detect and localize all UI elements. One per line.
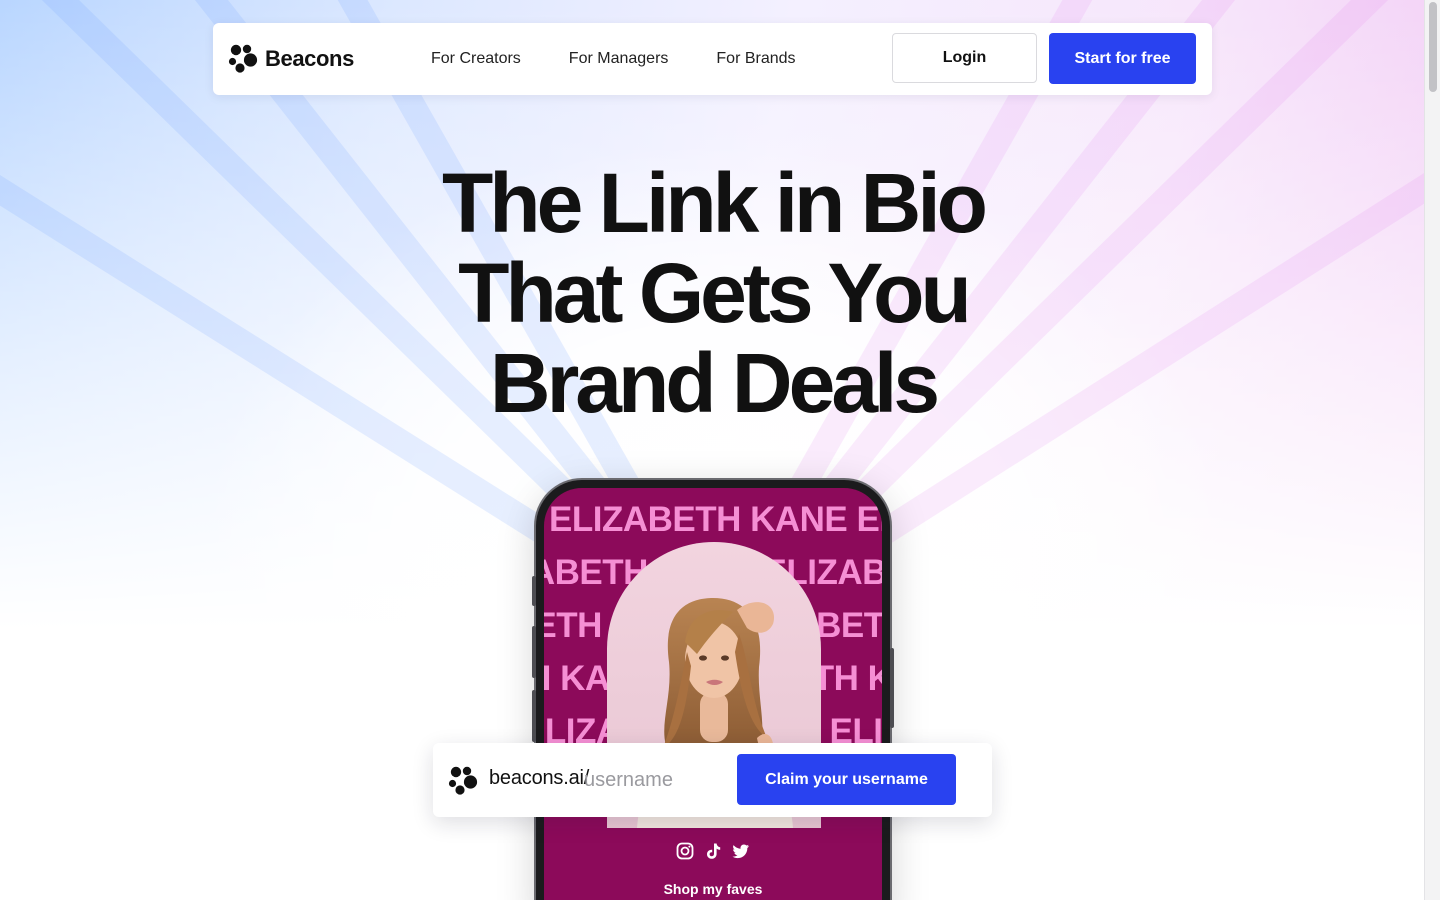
nav-link-for-managers[interactable]: For Managers xyxy=(569,50,669,68)
phone-volume-down xyxy=(532,690,536,742)
nav-link-for-brands[interactable]: For Brands xyxy=(716,50,795,68)
social-icons-row xyxy=(544,842,882,860)
nav-link-for-creators[interactable]: For Creators xyxy=(431,50,521,68)
phone-volume-up xyxy=(532,626,536,678)
hero-title-line-2: That Gets You xyxy=(458,246,972,340)
phone-side-button xyxy=(532,576,536,606)
shop-my-faves-label[interactable]: Shop my faves xyxy=(544,881,882,897)
beacons-dots-logo-icon xyxy=(228,44,258,73)
phone-power-button xyxy=(890,648,894,728)
twitter-icon[interactable] xyxy=(732,842,750,860)
claim-username-bar: beacons.ai/ Claim your username xyxy=(433,743,992,817)
login-button[interactable]: Login xyxy=(892,33,1037,83)
hero-title: The Link in Bio That Gets You Brand Deal… xyxy=(320,158,1106,428)
hero-title-line-3: Brand Deals xyxy=(489,336,940,430)
page-scrollbar[interactable] xyxy=(1424,0,1440,900)
phone-screen: ELIZABETH KANE ELIZABETH KANE ELIZABETH … xyxy=(544,488,882,900)
tiktok-icon[interactable] xyxy=(704,842,722,860)
beacons-logo[interactable]: Beacons xyxy=(228,43,354,74)
url-prefix: beacons.ai/ xyxy=(489,767,590,789)
name-banner-row: ELIZABETH KANE ELIZABETH KANE ELIZABETH … xyxy=(549,500,882,539)
brand-name: Beacons xyxy=(265,45,354,71)
beacons-dots-logo-icon xyxy=(448,766,478,795)
hero-title-line-1: The Link in Bio xyxy=(442,156,988,250)
phone-mockup: ELIZABETH KANE ELIZABETH KANE ELIZABETH … xyxy=(532,480,894,900)
landing-page: Beacons For Creators For Managers For Br… xyxy=(0,0,1440,900)
start-for-free-button[interactable]: Start for free xyxy=(1049,33,1196,84)
username-input[interactable] xyxy=(584,764,719,796)
scrollbar-thumb[interactable] xyxy=(1429,2,1437,92)
instagram-icon[interactable] xyxy=(676,842,694,860)
claim-username-button[interactable]: Claim your username xyxy=(737,754,956,805)
nav-links: For Creators For Managers For Brands xyxy=(431,23,844,95)
top-navbar: Beacons For Creators For Managers For Br… xyxy=(213,23,1212,95)
